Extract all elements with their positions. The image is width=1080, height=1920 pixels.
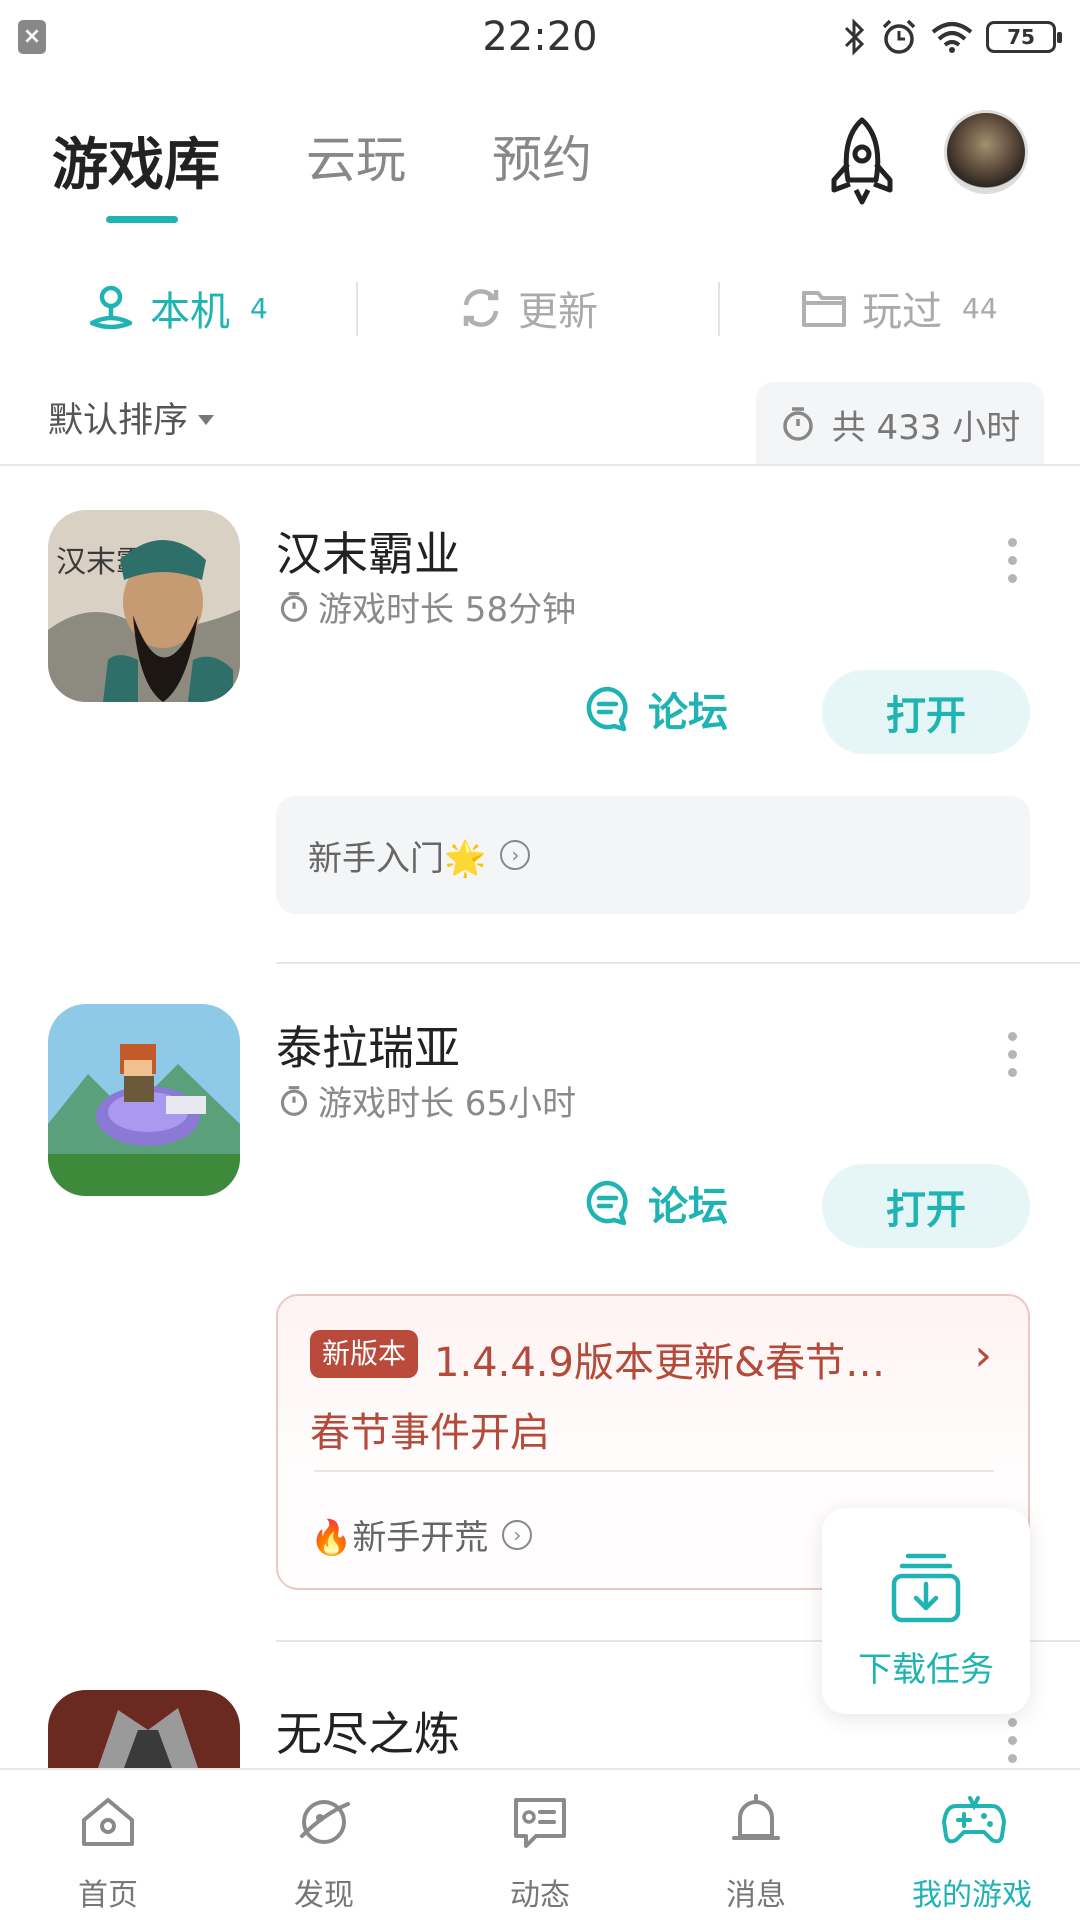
nav-my-games-label: 我的游戏 bbox=[912, 1878, 1032, 1913]
nav-discover[interactable]: 发现 bbox=[216, 1770, 432, 1920]
chevron-right-icon: › bbox=[500, 840, 531, 870]
total-playtime: 共 433 小时 bbox=[756, 382, 1044, 466]
feed-icon bbox=[514, 1798, 566, 1848]
subtab-update[interactable]: 更新 bbox=[458, 268, 598, 348]
guide-link[interactable]: 🔥新手开荒 › bbox=[310, 1510, 533, 1559]
subtab-local-label: 本机 bbox=[150, 289, 230, 335]
nav-home[interactable]: 首页 bbox=[0, 1770, 216, 1920]
forum-button[interactable]: 论坛 bbox=[584, 680, 728, 738]
open-button[interactable]: 打开 bbox=[822, 670, 1030, 754]
divider bbox=[314, 1470, 994, 1472]
more-options-icon[interactable] bbox=[1008, 1032, 1018, 1077]
chevron-right-icon: › bbox=[974, 1330, 992, 1381]
game-icon[interactable] bbox=[48, 1004, 240, 1196]
download-icon bbox=[891, 1553, 961, 1623]
tab-reservation[interactable]: 预约 bbox=[492, 120, 592, 201]
update-subtitle: 春节事件开启 bbox=[310, 1410, 550, 1456]
game-title[interactable]: 汉末霸业 bbox=[276, 518, 460, 584]
game-playtime: 游戏时长 58分钟 bbox=[278, 582, 576, 631]
game-title[interactable]: 无尽之炼 bbox=[276, 1698, 460, 1764]
folder-icon bbox=[802, 291, 846, 327]
game-playtime-text: 游戏时长 58分钟 bbox=[318, 590, 577, 630]
battery-icon: 75 bbox=[986, 21, 1062, 53]
rocket-icon[interactable] bbox=[822, 114, 902, 214]
guide-text: 新手入门🌟 bbox=[308, 838, 487, 879]
forum-icon bbox=[586, 1180, 628, 1226]
game-title[interactable]: 泰拉瑞亚 bbox=[276, 1012, 460, 1078]
subtab-local[interactable]: 本机 4 bbox=[86, 268, 268, 348]
nav-discover-label: 发现 bbox=[294, 1878, 354, 1913]
game-icon[interactable] bbox=[48, 1690, 240, 1768]
sub-tabs: 本机 4 更新 玩过 44 bbox=[0, 268, 1080, 348]
download-tasks-button[interactable]: 下载任务 bbox=[822, 1508, 1030, 1714]
tab-game-library[interactable]: 游戏库 bbox=[52, 120, 220, 201]
forum-icon bbox=[586, 686, 628, 732]
timer-icon bbox=[280, 1085, 308, 1116]
subtab-update-label: 更新 bbox=[518, 289, 598, 335]
bell-icon bbox=[732, 1794, 780, 1840]
bluetooth-icon bbox=[844, 18, 865, 56]
gamepad-icon bbox=[942, 1796, 1006, 1844]
user-avatar[interactable] bbox=[944, 110, 1028, 194]
divider bbox=[0, 464, 1080, 466]
alarm-icon bbox=[882, 19, 916, 54]
nav-feed[interactable]: 动态 bbox=[432, 1770, 648, 1920]
subtab-played-count: 44 bbox=[962, 291, 998, 325]
local-icon bbox=[89, 285, 133, 330]
nav-messages[interactable]: 消息 bbox=[648, 1770, 864, 1920]
more-options-icon[interactable] bbox=[1008, 538, 1018, 583]
subtab-divider bbox=[356, 282, 358, 336]
total-playtime-text: 共 433 小时 bbox=[831, 407, 1021, 448]
guide-link[interactable]: 新手入门🌟 › bbox=[276, 796, 1030, 914]
game-icon[interactable]: 汉末霸业 bbox=[48, 510, 240, 702]
status-icons: 75 bbox=[842, 18, 1062, 56]
forum-label: 论坛 bbox=[648, 1184, 728, 1230]
download-tasks-label: 下载任务 bbox=[858, 1650, 994, 1690]
tab-cloud-play[interactable]: 云玩 bbox=[306, 120, 406, 201]
update-title: 1.4.4.9版本更新&春节… bbox=[434, 1340, 886, 1386]
guide-text: 🔥新手开荒 bbox=[310, 1518, 489, 1558]
sort-label: 默认排序 bbox=[48, 401, 189, 441]
home-icon bbox=[82, 1798, 134, 1846]
status-bar: × 22:20 75 bbox=[0, 0, 1080, 80]
nav-feed-label: 动态 bbox=[510, 1878, 570, 1913]
timer-icon bbox=[280, 591, 308, 622]
new-version-badge: 新版本 bbox=[310, 1330, 419, 1378]
subtab-divider bbox=[718, 282, 720, 336]
nav-messages-label: 消息 bbox=[726, 1878, 786, 1913]
chevron-right-icon: › bbox=[502, 1519, 533, 1550]
sort-dropdown[interactable]: 默认排序 bbox=[48, 392, 215, 443]
active-tab-indicator bbox=[106, 216, 178, 223]
more-options-icon[interactable] bbox=[1008, 1718, 1018, 1763]
bottom-nav: 首页 发现 动态 消息 我的游戏 bbox=[0, 1768, 1080, 1920]
forum-label: 论坛 bbox=[648, 690, 728, 736]
discover-icon bbox=[300, 1800, 350, 1844]
nav-my-games[interactable]: 我的游戏 bbox=[864, 1770, 1080, 1920]
open-button[interactable]: 打开 bbox=[822, 1164, 1030, 1248]
subtab-played[interactable]: 玩过 44 bbox=[800, 268, 998, 348]
caret-down-icon bbox=[198, 414, 215, 425]
top-tabs: 游戏库 云玩 预约 bbox=[52, 120, 592, 201]
forum-button[interactable]: 论坛 bbox=[584, 1174, 728, 1232]
timer-icon bbox=[782, 407, 813, 441]
subtab-played-label: 玩过 bbox=[862, 289, 942, 335]
nav-home-label: 首页 bbox=[78, 1878, 138, 1913]
game-playtime-text: 游戏时长 65小时 bbox=[318, 1084, 577, 1124]
divider bbox=[276, 962, 1080, 964]
wifi-icon bbox=[931, 22, 973, 53]
game-playtime: 游戏时长 65小时 bbox=[278, 1076, 576, 1125]
subtab-local-count: 4 bbox=[250, 291, 268, 325]
refresh-icon bbox=[463, 289, 499, 327]
